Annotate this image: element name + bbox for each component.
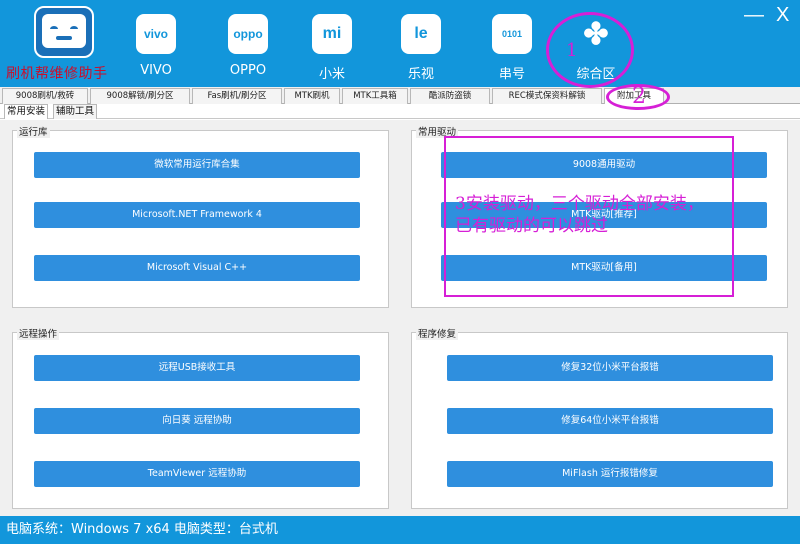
remote-group: 远程操作 远程USB接收工具 向日葵 远程协助 TeamViewer 远程协助 <box>12 326 389 509</box>
brand-label: 乐视 <box>407 67 434 82</box>
fix-32bit-button[interactable]: 修复32位小米平台报错 <box>447 355 773 381</box>
app-header: 刷机帮维修助手 vivo VIVO oppo OPPO mi 小米 le 乐视 … <box>0 0 800 87</box>
tab-coolpad-lock[interactable]: 酷派防盗锁 <box>410 88 490 104</box>
sunflower-remote-button[interactable]: 向日葵 远程协助 <box>34 408 360 434</box>
main-tab-bar: 9008刷机/救砖 9008解锁/刷分区 Fas刷机/刷分区 MTK刷机 MTK… <box>0 87 800 104</box>
letv-icon: le <box>401 14 441 54</box>
tab-mtk-toolbox[interactable]: MTK工具箱 <box>342 88 408 104</box>
robot-face-icon <box>42 14 86 48</box>
annotation-step-2: 2 <box>632 84 646 109</box>
brand-xiaomi-button[interactable]: mi 小米 <box>302 14 362 82</box>
sub-tab-bar: 常用安装 辅助工具 <box>0 104 800 119</box>
minimize-button[interactable]: — <box>744 4 764 27</box>
vcpp-button[interactable]: Microsoft Visual C++ <box>34 255 360 281</box>
robot-mouth-icon <box>56 36 72 40</box>
vivo-icon: vivo <box>136 14 176 54</box>
status-bar: 电脑系统：Windows 7 x64 电脑类型：台式机 <box>0 516 800 544</box>
brand-label: 小米 <box>318 67 345 82</box>
tab-fas-flash[interactable]: Fas刷机/刷分区 <box>192 88 282 104</box>
app-title: 刷机帮维修助手 <box>6 66 108 82</box>
ms-runtime-button[interactable]: 微软常用运行库合集 <box>34 152 360 178</box>
robot-eye-icon <box>70 26 78 32</box>
runtime-group-title: 运行库 <box>17 124 50 138</box>
xiaomi-icon: mi <box>312 14 352 54</box>
app-logo <box>34 6 94 58</box>
imei-gear-icon: 0101 <box>492 14 532 54</box>
brand-label: OPPO <box>229 63 267 78</box>
tab-mtk-flash[interactable]: MTK刷机 <box>284 88 340 104</box>
annotation-circle-1 <box>546 12 634 88</box>
brand-vivo-button[interactable]: vivo VIVO <box>126 14 186 78</box>
annotation-step-3-line1: 3安装驱动，三个驱动全部安装， <box>455 194 704 214</box>
runtime-group: 运行库 微软常用运行库合集 Microsoft.NET Framework 4 … <box>12 124 389 308</box>
tab-rec-unlock[interactable]: REC模式保资料解锁 <box>492 88 602 104</box>
close-button[interactable]: X <box>776 4 789 27</box>
annotation-step-1: 1 <box>566 40 578 61</box>
brand-label: VIVO <box>140 63 172 78</box>
tab-aux-tools[interactable]: 辅助工具 <box>53 104 98 119</box>
tab-9008-flash[interactable]: 9008刷机/救砖 <box>2 88 88 104</box>
annotation-step-3-line2: 已有驱动的可以跳过 <box>455 216 608 236</box>
oppo-icon: oppo <box>228 14 268 54</box>
tab-9008-unlock[interactable]: 9008解锁/刷分区 <box>90 88 190 104</box>
dotnet-button[interactable]: Microsoft.NET Framework 4 <box>34 202 360 228</box>
brand-letv-button[interactable]: le 乐视 <box>391 14 451 82</box>
brand-label: 串号 <box>498 67 525 82</box>
brand-imei-button[interactable]: 0101 串号 <box>482 14 542 82</box>
robot-eye-icon <box>50 26 58 32</box>
annotation-step-3: 3安装驱动，三个驱动全部安装， 已有驱动的可以跳过 <box>455 193 761 237</box>
brand-oppo-button[interactable]: oppo OPPO <box>218 14 278 78</box>
repair-group-title: 程序修复 <box>416 326 459 340</box>
remote-usb-button[interactable]: 远程USB接收工具 <box>34 355 360 381</box>
repair-group: 程序修复 修复32位小米平台报错 修复64位小米平台报错 MiFlash 运行报… <box>411 326 788 509</box>
teamviewer-button[interactable]: TeamViewer 远程协助 <box>34 461 360 487</box>
fix-64bit-button[interactable]: 修复64位小米平台报错 <box>447 408 773 434</box>
remote-group-title: 远程操作 <box>17 326 60 340</box>
tab-common-install[interactable]: 常用安装 <box>4 104 49 119</box>
miflash-fix-button[interactable]: MiFlash 运行报错修复 <box>447 461 773 487</box>
